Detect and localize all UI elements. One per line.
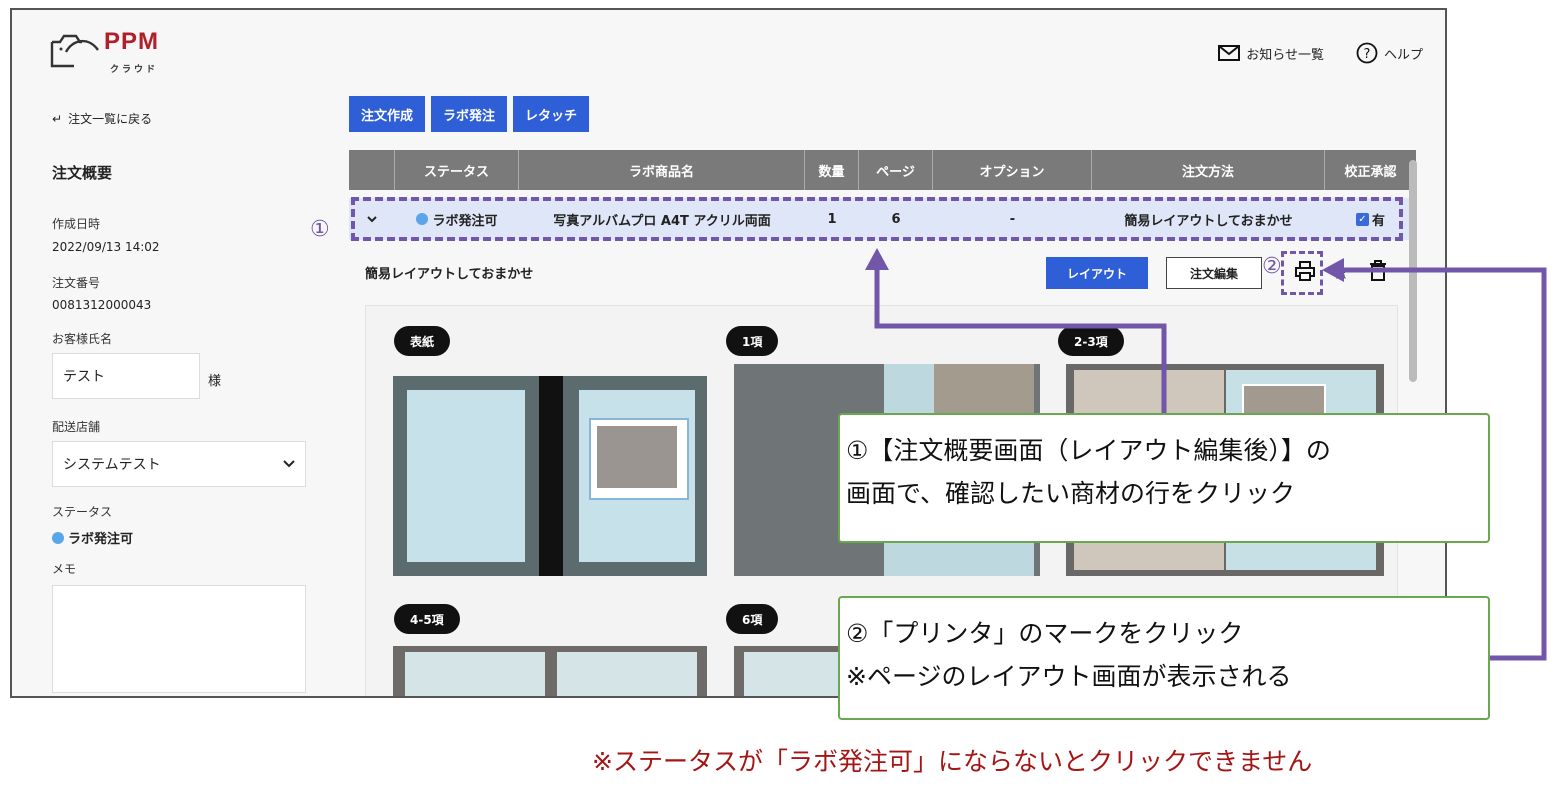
highlight-printer-box — [1281, 251, 1323, 295]
callout-1-line-1: ①【注文概要画面（レイアウト編集後）】の — [846, 436, 1331, 465]
status-dot-icon — [52, 531, 64, 544]
layout-button[interactable]: レイアウト — [1046, 257, 1148, 289]
status-text: ラボ発注可 — [68, 532, 134, 547]
callout-1-line-2: 画面で、確認したい商材の行をクリック — [846, 479, 1296, 508]
header-pages: ページ — [859, 150, 933, 190]
screenshot-frame: PPM クラウド ↵ 注文一覧に戻る 注文概要 作成日時 2022/09/13 … — [10, 8, 1447, 698]
callout-2: ②「プリンタ」のマークをクリック ※ページのレイアウト画面が表示される — [838, 596, 1490, 720]
chevron-down-icon — [283, 460, 295, 468]
help-label: ヘルプ — [1383, 47, 1423, 63]
table-header: ステータス ラボ商品名 数量 ページ オプション 注文方法 校正承認 — [349, 150, 1416, 190]
created-value: 2022/09/13 14:02 — [52, 240, 160, 254]
tab-retouch[interactable]: レタッチ — [513, 96, 590, 132]
memo-label: メモ — [52, 562, 77, 576]
callout-2-line-1: ②「プリンタ」のマークをクリック — [846, 619, 1244, 648]
trash-icon[interactable] — [1368, 260, 1388, 286]
store-value: システムテスト — [63, 457, 161, 473]
footnote: ※ステータスが「ラボ発注可」にならないとクリックできません — [592, 747, 1313, 776]
header-approval: 校正承認 — [1344, 164, 1397, 180]
customer-suffix: 様 — [208, 374, 222, 389]
page-label-2-3: 2-3項 — [1058, 326, 1124, 356]
customer-label: お客様氏名 — [52, 332, 113, 346]
back-to-orders-link[interactable]: ↵ 注文一覧に戻る — [52, 110, 152, 127]
brand-name: PPM — [104, 28, 160, 55]
back-label: 注文一覧に戻る — [68, 112, 153, 126]
section-title: 簡易レイアウトしておまかせ — [365, 267, 534, 282]
svg-text:?: ? — [1364, 47, 1371, 62]
top-nav: お知らせ一覧 ? ヘルプ — [1218, 42, 1423, 64]
app-logo[interactable]: PPM クラウド — [48, 28, 160, 75]
header-option: オプション — [933, 150, 1092, 190]
page-label-1: 1項 — [726, 326, 779, 356]
brand-sub: クラウド — [110, 65, 159, 75]
created-label: 作成日時 — [52, 217, 101, 231]
header-product: ラボ商品名 — [519, 150, 805, 190]
header-status: ステータス — [395, 150, 519, 190]
customer-name-value: テスト — [63, 369, 105, 385]
tab-create-order[interactable]: 注文作成 — [349, 96, 426, 132]
order-summary-title: 注文概要 — [52, 164, 113, 182]
page-label-cover: 表紙 — [394, 326, 451, 356]
tab-lab-order[interactable]: ラボ発注 — [431, 96, 508, 132]
status-value: ラボ発注可 — [52, 528, 133, 547]
callout-1: ①【注文概要画面（レイアウト編集後）】の 画面で、確認したい商材の行をクリック — [838, 413, 1490, 543]
header-expand — [349, 150, 395, 190]
notices-link[interactable]: お知らせ一覧 — [1218, 44, 1324, 63]
page-label-4-5: 4-5項 — [394, 604, 460, 634]
store-select[interactable]: システムテスト — [52, 441, 306, 487]
marker-1: ① — [310, 217, 330, 242]
camera-logo-icon — [50, 34, 99, 68]
memo-textarea[interactable] — [52, 585, 306, 693]
app-screen: PPM クラウド ↵ 注文一覧に戻る 注文概要 作成日時 2022/09/13 … — [12, 10, 1445, 696]
marker-2: ② — [1262, 254, 1282, 279]
highlight-row-box — [351, 197, 1403, 241]
status-label: ステータス — [52, 505, 113, 519]
callout-2-line-2: ※ページのレイアウト画面が表示される — [846, 662, 1292, 691]
star-icon[interactable]: ☆ — [1332, 260, 1350, 284]
store-label: 配送店舗 — [52, 420, 101, 434]
edit-order-button[interactable]: 注文編集 — [1166, 257, 1262, 289]
header-method: 注文方法 — [1092, 150, 1325, 190]
help-link[interactable]: ? ヘルプ — [1356, 42, 1423, 64]
page-thumbnail-6[interactable] — [734, 646, 844, 696]
sidebar: PPM クラウド ↵ 注文一覧に戻る 注文概要 作成日時 2022/09/13 … — [12, 10, 342, 696]
page-thumbnail-4-5[interactable] — [393, 646, 707, 696]
page-label-6: 6項 — [726, 604, 779, 634]
page-thumbnail-cover[interactable] — [393, 376, 707, 576]
scrollbar[interactable] — [1409, 160, 1417, 382]
action-tabs: 注文作成 ラボ発注 レタッチ — [349, 96, 590, 132]
help-icon: ? — [1356, 42, 1378, 64]
return-arrow-icon: ↵ — [52, 111, 63, 126]
customer-name-field[interactable]: テスト — [52, 353, 200, 399]
order-number-value: 0081312000043 — [52, 298, 152, 312]
header-qty: 数量 — [805, 150, 859, 190]
notices-label: お知らせ一覧 — [1246, 47, 1324, 63]
mail-icon — [1218, 45, 1241, 61]
order-number-label: 注文番号 — [52, 276, 101, 290]
